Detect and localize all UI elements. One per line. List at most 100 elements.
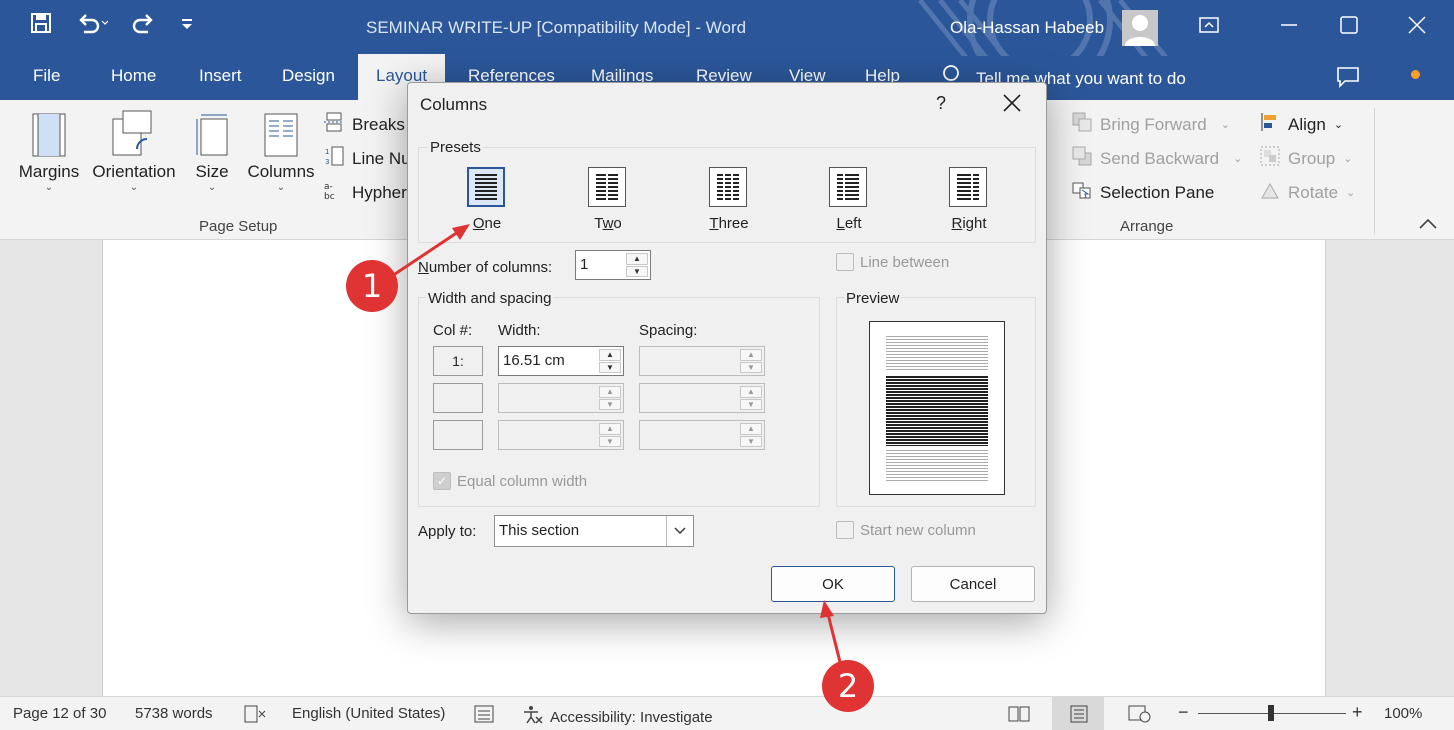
orientation-button[interactable]: Orientation ⌄ <box>88 110 180 193</box>
width-field-3[interactable]: ▲ ▼ <box>498 420 624 450</box>
rotate-button[interactable]: Rotate ⌄ <box>1260 180 1355 205</box>
margins-button[interactable]: Margins ⌄ <box>16 110 82 193</box>
cancel-button[interactable]: Cancel <box>911 566 1035 602</box>
spin-down-icon[interactable]: ▼ <box>626 265 648 277</box>
proofing-icon[interactable] <box>244 705 266 723</box>
undo-icon[interactable] <box>76 12 108 34</box>
spin-up-icon[interactable]: ▲ <box>599 349 621 361</box>
spacing-field-3[interactable]: ▲ ▼ <box>639 420 765 450</box>
columns-button[interactable]: Columns ⌄ <box>244 110 318 193</box>
svg-text:1: 1 <box>325 148 329 156</box>
size-icon <box>195 113 229 162</box>
breaks-icon <box>324 112 344 137</box>
spin-up-icon[interactable]: ▲ <box>740 349 762 361</box>
spin-down-icon[interactable]: ▼ <box>599 361 621 373</box>
user-name[interactable]: Ola-Hassan Habeeb <box>950 18 1104 38</box>
number-of-columns-stepper[interactable]: 1 ▲ ▼ <box>575 250 651 280</box>
tab-insert[interactable]: Insert <box>199 66 242 86</box>
spin-down-icon[interactable]: ▼ <box>740 435 762 447</box>
col-number-2 <box>433 383 483 413</box>
redo-icon[interactable] <box>132 12 156 34</box>
spacing-field-1[interactable]: ▲ ▼ <box>639 346 765 376</box>
selection-pane-label: Selection Pane <box>1100 182 1215 202</box>
read-mode-icon[interactable] <box>1008 705 1030 723</box>
word-count[interactable]: 5738 words <box>135 705 213 722</box>
preset-two-button[interactable]: Two <box>588 167 628 232</box>
save-icon[interactable] <box>30 12 52 34</box>
send-backward-button[interactable]: Send Backward ⌄ <box>1072 146 1242 171</box>
tab-file[interactable]: File <box>33 66 60 86</box>
size-button[interactable]: Size ⌄ <box>190 110 234 193</box>
customize-qat-icon[interactable] <box>180 12 194 34</box>
print-layout-icon[interactable] <box>1068 705 1090 723</box>
selection-pane-icon <box>1072 180 1092 205</box>
comments-icon[interactable] <box>1336 65 1360 94</box>
line-numbers-button[interactable]: 13 Line Nu <box>324 146 411 171</box>
selection-pane-button[interactable]: Selection Pane <box>1072 180 1214 205</box>
page-setup-group-label: Page Setup <box>199 218 278 235</box>
checkbox-icon <box>836 253 854 271</box>
language[interactable]: English (United States) <box>292 705 445 722</box>
width-field-2[interactable]: ▲ ▼ <box>498 383 624 413</box>
zoom-in-button[interactable]: + <box>1352 702 1363 723</box>
accessibility-label: Accessibility: Investigate <box>550 708 713 726</box>
tab-home[interactable]: Home <box>111 66 156 86</box>
spin-up-icon[interactable]: ▲ <box>740 386 762 398</box>
hyphenation-button[interactable]: a-bc Hypher <box>324 180 407 205</box>
ok-button[interactable]: OK <box>771 566 895 602</box>
spin-down-icon[interactable]: ▼ <box>599 435 621 447</box>
close-window-icon[interactable] <box>1406 14 1428 36</box>
group-icon <box>1260 146 1280 171</box>
spacing-field-2[interactable]: ▲ ▼ <box>639 383 765 413</box>
page-indicator[interactable]: Page 12 of 30 <box>13 705 106 722</box>
zoom-slider-thumb[interactable] <box>1268 705 1274 721</box>
help-button[interactable]: ? <box>936 93 946 114</box>
zoom-level[interactable]: 100% <box>1384 705 1422 722</box>
spin-down-icon[interactable]: ▼ <box>599 398 621 410</box>
apply-to-select[interactable]: This section <box>494 515 694 547</box>
close-icon[interactable] <box>1002 93 1022 113</box>
spin-up-icon[interactable]: ▲ <box>599 386 621 398</box>
breaks-button[interactable]: Breaks <box>324 112 405 137</box>
maximize-icon[interactable] <box>1338 14 1360 36</box>
macro-recording-icon[interactable] <box>474 705 494 723</box>
notification-dot-icon <box>1411 70 1420 79</box>
spin-down-icon[interactable]: ▼ <box>740 361 762 373</box>
accessibility-status[interactable]: Accessibility: Investigate <box>522 705 713 729</box>
chevron-down-icon <box>666 516 693 546</box>
orientation-label: Orientation <box>92 162 176 181</box>
spin-up-icon[interactable]: ▲ <box>599 423 621 435</box>
spin-down-icon[interactable]: ▼ <box>740 398 762 410</box>
align-button[interactable]: Align ⌄ <box>1260 112 1343 137</box>
collapse-ribbon-icon[interactable] <box>1418 216 1438 235</box>
number-of-columns-value: 1 <box>580 256 589 273</box>
quick-access-toolbar <box>30 12 194 34</box>
ribbon-display-options-icon[interactable] <box>1198 14 1220 36</box>
group-label: Group <box>1288 148 1336 168</box>
rotate-label: Rotate <box>1288 182 1339 202</box>
preset-left-button[interactable]: Left <box>829 167 869 232</box>
margins-label: Margins <box>18 162 80 181</box>
width-field-1[interactable]: 16.51 cm ▲ ▼ <box>498 346 624 376</box>
width-spacing-label: Width and spacing <box>426 290 554 307</box>
margins-icon <box>32 113 66 162</box>
preset-three-button[interactable]: Three <box>709 167 749 232</box>
preset-one-button[interactable]: One <box>467 167 507 232</box>
web-layout-icon[interactable] <box>1128 705 1152 723</box>
minimize-icon[interactable] <box>1278 14 1300 36</box>
avatar[interactable] <box>1122 10 1158 46</box>
bring-forward-button[interactable]: Bring Forward ⌄ <box>1072 112 1230 137</box>
start-new-column-label: Start new column <box>860 521 976 539</box>
svg-text:3: 3 <box>325 158 329 166</box>
spin-up-icon[interactable]: ▲ <box>626 253 648 265</box>
group-button[interactable]: Group ⌄ <box>1260 146 1352 171</box>
start-new-column-checkbox[interactable]: Start new column <box>836 521 976 539</box>
preset-right-button[interactable]: Right <box>949 167 989 232</box>
preset-three-label: Three <box>709 215 749 232</box>
align-icon <box>1260 112 1280 137</box>
equal-column-width-checkbox[interactable]: ✓ Equal column width <box>433 472 587 490</box>
line-between-checkbox[interactable]: Line between <box>836 253 949 271</box>
tab-design[interactable]: Design <box>282 66 335 86</box>
zoom-out-button[interactable]: − <box>1178 702 1189 723</box>
spin-up-icon[interactable]: ▲ <box>740 423 762 435</box>
